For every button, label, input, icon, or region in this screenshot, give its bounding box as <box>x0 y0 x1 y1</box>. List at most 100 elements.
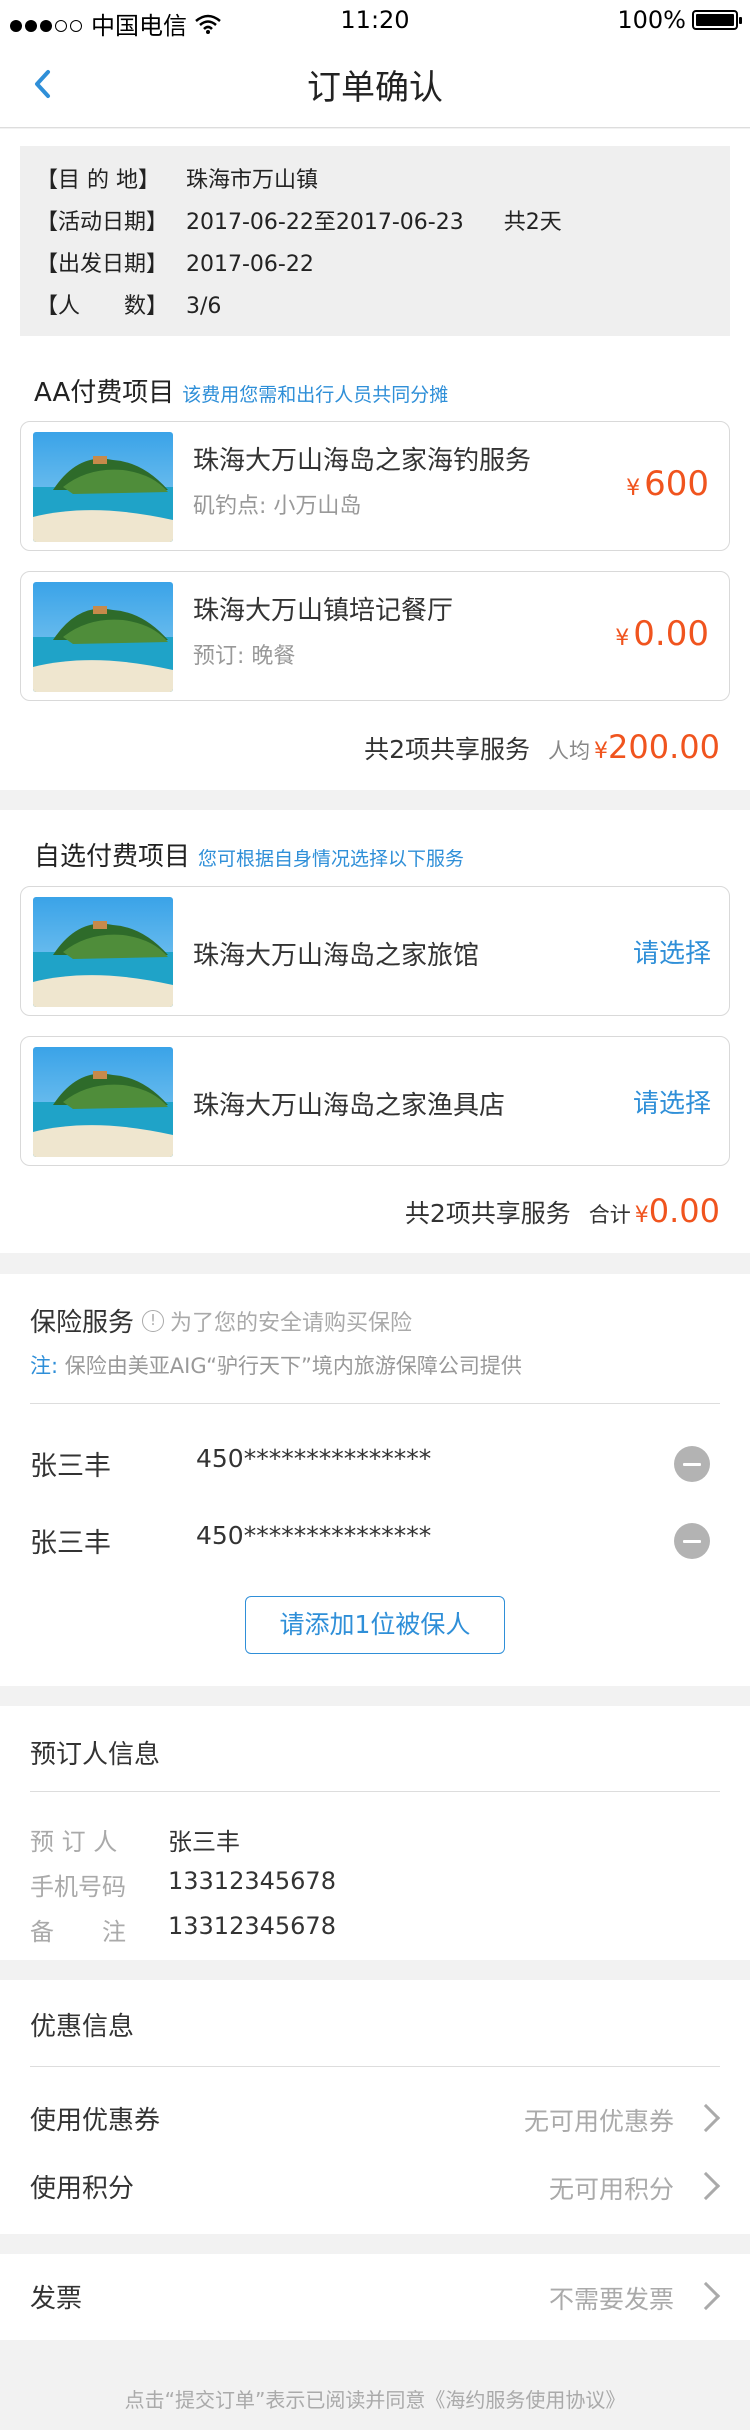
note-label: 注: <box>30 1354 59 1378</box>
price-value: 600 <box>644 464 709 504</box>
booker-row: 备 注 13312345678 <box>30 1912 336 1947</box>
booker-value: 张三丰 <box>168 1828 240 1856</box>
item-sub: 矶钓点: 小万山岛 <box>193 494 362 519</box>
summary-label: 合计 <box>588 1203 631 1227</box>
trip-label: 【出发日期】 <box>36 252 169 277</box>
trip-label: 【活动日期】 <box>36 210 169 235</box>
summary-text: 共2项共享服务 <box>404 1199 571 1228</box>
points-value: 无可用积分 <box>548 2175 674 2204</box>
invoice-row[interactable]: 发票 不需要发票 <box>30 2268 721 2328</box>
currency: ¥ <box>626 476 641 501</box>
booker-value: 13312345678 <box>168 1867 336 1895</box>
optional-item-card[interactable]: 珠海大万山海岛之家旅馆 请选择 <box>20 886 730 1016</box>
optional-summary: 共2项共享服务 合计 ¥0.00 <box>405 1192 720 1230</box>
aa-note: 该费用您需和出行人员共同分摊 <box>182 384 449 406</box>
item-name: 珠海大万山海岛之家旅馆 <box>193 941 480 971</box>
divider <box>30 2066 720 2067</box>
coupon-row[interactable]: 使用优惠券 无可用优惠券 <box>30 2090 721 2150</box>
item-thumbnail <box>33 897 173 1007</box>
discount-title: 优惠信息 <box>30 2012 135 2042</box>
item-price: ¥0.00 <box>615 614 709 654</box>
currency: ¥ <box>594 739 609 764</box>
insurance-note: 注: 保险由美亚AIG“驴行天下”境内旅游保障公司提供 <box>30 1350 522 1380</box>
agreement-text[interactable]: 点击“提交订单”表示已阅读并同意《海约服务使用协议》 <box>0 2384 750 2413</box>
coupon-value: 无可用优惠券 <box>523 2107 674 2136</box>
optional-section-title: 自选付费项目 您可根据自身情况选择以下服务 <box>34 836 464 873</box>
insured-person-row: 张三丰 450*************** <box>30 1436 720 1486</box>
optional-title: 自选付费项目 <box>34 842 191 872</box>
trip-label: 【人 数】 <box>36 294 169 319</box>
currency: ¥ <box>615 626 630 651</box>
item-name: 珠海大万山镇培记餐厅 <box>193 596 454 626</box>
price-value: 0.00 <box>633 614 709 654</box>
amount-value: 0.00 <box>648 1192 720 1230</box>
booker-label: 备 注 <box>30 1918 126 1946</box>
item-price: ¥600 <box>626 464 709 504</box>
item-thumbnail <box>33 582 173 692</box>
item-sub: 预订: 晚餐 <box>193 644 296 669</box>
status-bar: 中国电信 11:20 100% <box>0 0 750 40</box>
booker-row: 手机号码 13312345678 <box>30 1867 336 1902</box>
invoice-label: 发票 <box>30 2284 83 2314</box>
item-thumbnail <box>33 1047 173 1157</box>
summary-text: 共2项共享服务 <box>364 735 531 764</box>
item-name: 珠海大万山海岛之家渔具店 <box>193 1091 506 1121</box>
divider <box>30 1403 720 1404</box>
minus-circle-icon[interactable] <box>674 1523 710 1559</box>
aa-item-card[interactable]: 珠海大万山海岛之家海钓服务 矶钓点: 小万山岛 ¥600 <box>20 421 730 551</box>
select-button[interactable]: 请选择 <box>633 1083 711 1120</box>
page-title: 订单确认 <box>307 68 443 108</box>
booker-title: 预订人信息 <box>30 1740 161 1770</box>
trip-row-departure-date: 【出发日期】 2017-06-22 <box>36 244 714 286</box>
add-insured-button[interactable]: 请添加1位被保人 <box>245 1596 505 1654</box>
booker-row: 预 订 人 张三丰 <box>30 1822 240 1857</box>
aa-item-card[interactable]: 珠海大万山镇培记餐厅 预订: 晚餐 ¥0.00 <box>20 571 730 701</box>
optional-note: 您可根据自身情况选择以下服务 <box>198 848 465 870</box>
status-right: 100% <box>617 6 742 34</box>
invoice-value: 不需要发票 <box>548 2285 674 2314</box>
person-name: 张三丰 <box>30 1451 111 1482</box>
summary-amount: ¥0.00 <box>635 1192 720 1230</box>
item-thumbnail <box>33 432 173 542</box>
optional-section <box>0 810 750 1253</box>
battery-icon <box>692 10 742 30</box>
summary-amount: ¥200.00 <box>594 728 720 766</box>
trip-row-destination: 【目 的 地】 珠海市万山镇 <box>36 160 714 202</box>
summary-label: 人均 <box>548 739 591 763</box>
points-row[interactable]: 使用积分 无可用积分 <box>30 2158 721 2218</box>
note-text: 保险由美亚AIG“驴行天下”境内旅游保障公司提供 <box>64 1354 522 1378</box>
item-name: 珠海大万山海岛之家海钓服务 <box>193 446 532 476</box>
trip-days: 共2天 <box>503 210 562 235</box>
insured-person-row: 张三丰 450*************** <box>30 1513 720 1563</box>
select-button[interactable]: 请选择 <box>633 933 711 970</box>
trip-info-box: 【目 的 地】 珠海市万山镇 【活动日期】 2017-06-22至2017-06… <box>20 146 730 336</box>
trip-value: 2017-06-22 <box>186 252 314 277</box>
trip-value: 3/6 <box>186 294 222 319</box>
chevron-right-icon <box>691 2103 721 2133</box>
aa-summary: 共2项共享服务 人均 ¥200.00 <box>364 728 720 766</box>
person-name: 张三丰 <box>30 1528 111 1559</box>
trip-label: 【目 的 地】 <box>36 168 160 193</box>
battery-percent: 100% <box>617 6 686 34</box>
trip-value: 珠海市万山镇 <box>186 168 319 193</box>
person-id: 450*************** <box>196 1444 432 1473</box>
chevron-right-icon <box>691 2281 721 2311</box>
coupon-label: 使用优惠券 <box>30 2106 161 2136</box>
aa-title: AA付费项目 <box>34 378 175 408</box>
optional-item-card[interactable]: 珠海大万山海岛之家渔具店 请选择 <box>20 1036 730 1166</box>
trip-value: 2017-06-22至2017-06-23 <box>186 210 464 235</box>
insurance-hint: 为了您的安全请购买保险 <box>170 1310 413 1336</box>
booker-value: 13312345678 <box>168 1912 336 1940</box>
points-label: 使用积分 <box>30 2174 135 2204</box>
person-id: 450*************** <box>196 1521 432 1550</box>
nav-bar: 订单确认 <box>0 40 750 128</box>
divider <box>30 1791 720 1792</box>
info-icon: ! <box>142 1309 165 1332</box>
chevron-right-icon <box>691 2171 721 2201</box>
insurance-title: 保险服务 ! 为了您的安全请购买保险 <box>30 1302 412 1339</box>
trip-row-people: 【人 数】 3/6 <box>36 286 714 328</box>
insurance-title-text: 保险服务 <box>30 1308 135 1338</box>
booker-label: 预 订 人 <box>30 1828 118 1856</box>
minus-circle-icon[interactable] <box>674 1446 710 1482</box>
currency: ¥ <box>634 1203 649 1228</box>
